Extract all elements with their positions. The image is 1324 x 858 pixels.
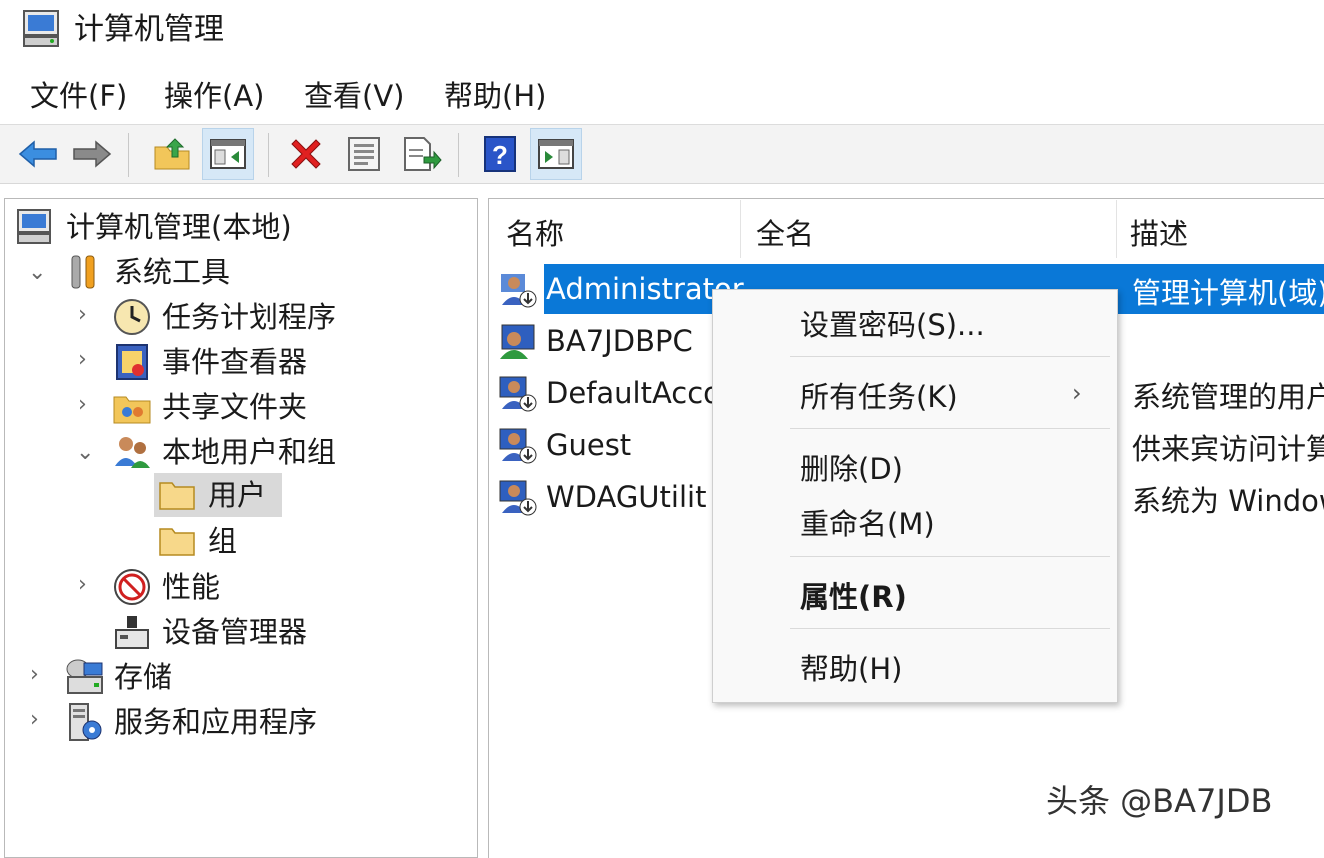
- svg-text:?: ?: [492, 140, 508, 170]
- window-title: 计算机管理: [74, 12, 224, 47]
- chevron-right-icon[interactable]: ›: [78, 347, 87, 372]
- tools-icon: [64, 252, 104, 292]
- tree-item-users[interactable]: 用户: [158, 474, 266, 516]
- chevron-right-icon[interactable]: ›: [78, 392, 87, 417]
- tree-item-label: 用户: [208, 478, 267, 512]
- tree-item-label: 本地用户和组: [162, 435, 337, 469]
- folder-icon: [158, 521, 198, 561]
- menu-separator: [790, 428, 1110, 429]
- chevron-right-icon: ›: [1072, 379, 1082, 407]
- menu-view[interactable]: 查看(V): [304, 76, 404, 116]
- help-icon[interactable]: ?: [474, 128, 526, 180]
- users-group-icon: [112, 432, 152, 472]
- storage-icon: [64, 657, 104, 697]
- user-icon: [498, 321, 538, 361]
- tree-item-task-scheduler[interactable]: 任务计划程序: [112, 296, 336, 338]
- chevron-right-icon[interactable]: ›: [30, 662, 39, 687]
- column-divider[interactable]: [740, 200, 741, 258]
- menu-item-help[interactable]: 帮助(H): [800, 649, 902, 689]
- user-name: DefaultAcco: [546, 376, 721, 410]
- user-disabled-icon: [498, 477, 538, 517]
- menu-action[interactable]: 操作(A): [164, 76, 264, 116]
- menu-separator: [790, 628, 1110, 629]
- menu-separator: [790, 556, 1110, 557]
- tree-item-services-apps[interactable]: 服务和应用程序: [64, 701, 317, 743]
- computer-management-icon: [16, 207, 56, 247]
- computer-management-icon: [22, 9, 66, 49]
- device-manager-icon: [112, 612, 152, 652]
- user-disabled-icon: [498, 269, 538, 309]
- chevron-down-icon[interactable]: ⌄: [28, 260, 46, 285]
- user-disabled-icon: [498, 425, 538, 465]
- shared-folder-icon: [112, 387, 152, 427]
- tree-item-label: 服务和应用程序: [114, 705, 318, 739]
- menu-item-properties[interactable]: 属性(R): [800, 577, 907, 617]
- toolbar-separator: [268, 133, 269, 177]
- tree-item-local-users-groups[interactable]: 本地用户和组: [112, 431, 336, 473]
- tree-item-groups[interactable]: 组: [158, 520, 237, 562]
- user-disabled-icon: [498, 373, 538, 413]
- user-description: 系统管理的用户: [1132, 380, 1324, 414]
- show-hide-action-pane-icon[interactable]: [530, 128, 582, 180]
- clock-icon: [112, 297, 152, 337]
- user-description: 供来宾访问计算: [1132, 432, 1324, 466]
- tree-item-label: 组: [208, 524, 238, 558]
- context-menu: [712, 289, 1118, 703]
- show-hide-tree-icon[interactable]: [202, 128, 254, 180]
- tree-item-label: 系统工具: [114, 255, 231, 289]
- column-header-description[interactable]: 描述: [1130, 212, 1188, 256]
- user-name: Guest: [546, 428, 632, 462]
- properties-icon[interactable]: [338, 128, 390, 180]
- services-icon: [64, 702, 104, 742]
- back-icon[interactable]: [12, 128, 64, 180]
- toolbar-separator: [458, 133, 459, 177]
- tree-item-label: 性能: [162, 570, 221, 604]
- user-name: BA7JDBPC: [546, 324, 693, 358]
- menu-file[interactable]: 文件(F): [30, 76, 127, 116]
- up-folder-icon[interactable]: [146, 128, 198, 180]
- forward-icon[interactable]: [66, 128, 118, 180]
- delete-icon[interactable]: [280, 128, 332, 180]
- tree-item-label: 任务计划程序: [162, 300, 337, 334]
- menu-item-all-tasks[interactable]: 所有任务(K): [800, 377, 958, 417]
- tree-item-label: 共享文件夹: [162, 390, 308, 424]
- tree-item-storage[interactable]: 存储: [64, 656, 172, 698]
- menu-help[interactable]: 帮助(H): [444, 76, 546, 116]
- user-name: WDAGUtilit: [546, 480, 707, 514]
- toolbar-separator: [128, 133, 129, 177]
- tree-item-event-viewer[interactable]: 事件查看器: [112, 341, 307, 383]
- user-description: 系统为 Window: [1132, 484, 1324, 518]
- menu-item-delete[interactable]: 删除(D): [800, 449, 903, 489]
- tree-item-system-tools[interactable]: 系统工具: [64, 251, 230, 293]
- tree-item-label: 事件查看器: [162, 345, 308, 379]
- column-header-name[interactable]: 名称: [506, 212, 564, 256]
- tree-item-label: 存储: [114, 660, 173, 694]
- tree-item-computer-management[interactable]: 计算机管理(本地): [16, 206, 292, 248]
- tree-item-shared-folders[interactable]: 共享文件夹: [112, 386, 307, 428]
- tree-item-label: 计算机管理(本地): [66, 210, 292, 244]
- menu-separator: [790, 356, 1110, 357]
- toolbar: [0, 125, 1324, 184]
- chevron-right-icon[interactable]: ›: [30, 707, 39, 732]
- tree-item-label: 设备管理器: [162, 615, 308, 649]
- menu-item-set-password[interactable]: 设置密码(S)...: [800, 305, 985, 345]
- tree-item-device-manager[interactable]: 设备管理器: [112, 611, 307, 653]
- event-viewer-icon: [112, 342, 152, 382]
- folder-icon: [158, 475, 198, 515]
- performance-icon: [112, 567, 152, 607]
- chevron-right-icon[interactable]: ›: [78, 572, 87, 597]
- user-description: 管理计算机(域): [1132, 276, 1324, 310]
- menu-item-rename[interactable]: 重命名(M): [800, 504, 935, 544]
- tree-item-performance[interactable]: 性能: [112, 566, 220, 608]
- chevron-down-icon[interactable]: ⌄: [76, 440, 94, 465]
- export-list-icon[interactable]: [396, 128, 448, 180]
- column-divider[interactable]: [1116, 200, 1117, 258]
- watermark: 头条 @BA7JDB: [1046, 782, 1273, 820]
- chevron-right-icon[interactable]: ›: [78, 302, 87, 327]
- column-header-fullname[interactable]: 全名: [756, 212, 814, 256]
